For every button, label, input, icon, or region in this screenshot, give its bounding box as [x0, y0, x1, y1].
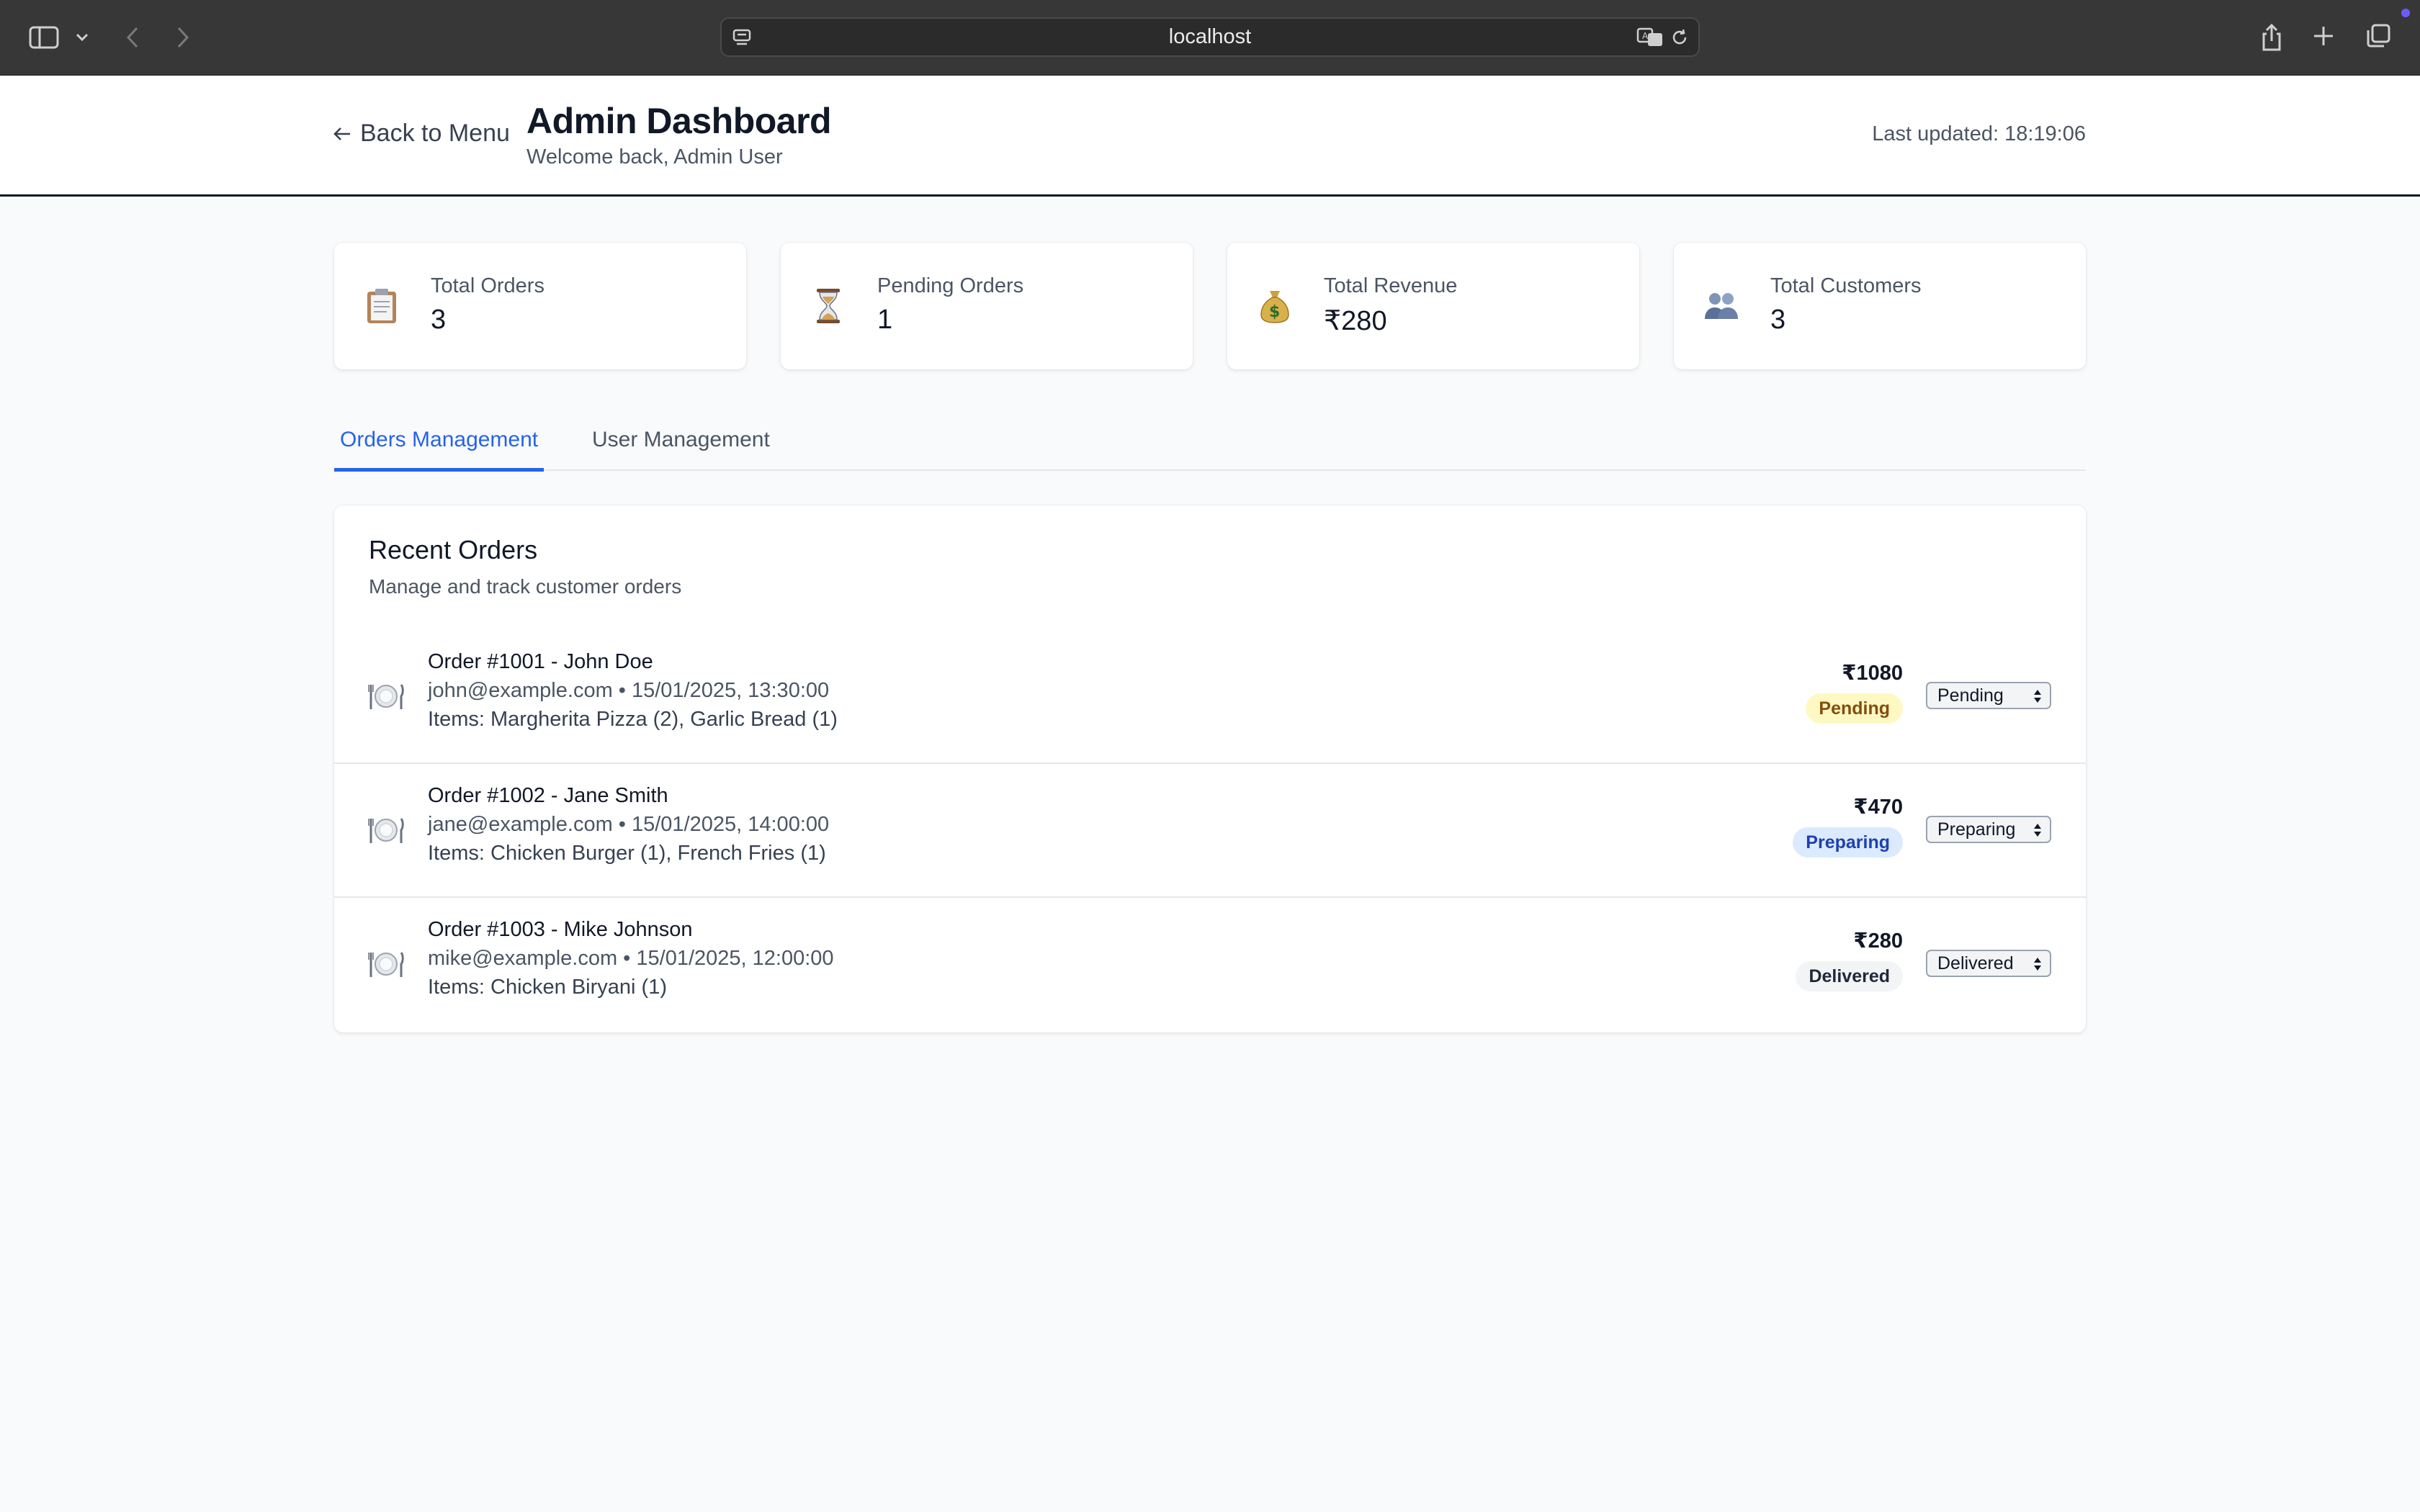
status-select-value: Preparing	[1937, 819, 2016, 840]
stat-value: ₹280	[1324, 306, 1387, 336]
svg-text:A: A	[1642, 31, 1649, 41]
tab-user-management[interactable]: User Management	[586, 428, 776, 468]
order-amount: ₹280	[1853, 930, 1903, 953]
panel-title: Recent Orders	[369, 535, 538, 564]
tab-overview-icon[interactable]	[2362, 22, 2394, 50]
browser-toolbar: localhost A	[0, 0, 2420, 76]
stats-row: Total Orders 3 Pending Orders 1 $ Total …	[334, 243, 2086, 369]
stat-label: Total Customers	[1770, 274, 1922, 297]
order-title: Order #1002 - Jane Smith	[428, 784, 668, 807]
reload-icon[interactable]	[1670, 27, 1690, 48]
sidebar-toggle-icon[interactable]	[27, 24, 60, 51]
status-select[interactable]: Delivered	[1926, 950, 2051, 977]
stat-card-total-revenue: $ Total Revenue ₹280	[1227, 243, 1639, 369]
recent-orders-panel: Recent Orders Manage and track customer …	[334, 505, 2086, 1032]
plate-cutlery-icon	[367, 945, 405, 983]
select-arrows-icon	[2034, 690, 2041, 703]
status-badge: Delivered	[1796, 961, 1903, 991]
select-arrows-icon	[2034, 958, 2041, 971]
order-amount: ₹470	[1853, 796, 1903, 819]
hourglass-icon	[810, 287, 847, 325]
last-updated-text: Last updated: 18:19:06	[1872, 122, 2086, 145]
panel-subtitle: Manage and track customer orders	[369, 575, 682, 598]
status-badge: Preparing	[1793, 827, 1903, 858]
order-amount: ₹1080	[1842, 662, 1903, 685]
back-to-menu-link[interactable]: Back to Menu	[333, 120, 510, 148]
tab-orders-management[interactable]: Orders Management	[334, 428, 544, 472]
url-text: localhost	[1168, 25, 1252, 48]
page-subtitle: Welcome back, Admin User	[526, 145, 783, 168]
order-row: Order #1001 - John Doe john@example.com …	[334, 630, 2086, 764]
plate-cutlery-icon	[367, 678, 405, 715]
stat-label: Total Revenue	[1324, 274, 1458, 297]
forward-arrow-icon[interactable]	[170, 23, 196, 52]
order-row: Order #1002 - Jane Smith jane@example.co…	[334, 764, 2086, 898]
status-select-value: Pending	[1937, 685, 2004, 706]
order-meta: mike@example.com • 15/01/2025, 12:00:00	[428, 947, 834, 970]
stat-value: 1	[877, 305, 893, 335]
order-row: Order #1003 - Mike Johnson mike@example.…	[334, 898, 2086, 1032]
stat-card-total-orders: Total Orders 3	[334, 243, 746, 369]
page-title: Admin Dashboard	[526, 101, 832, 141]
svg-text:$: $	[1269, 303, 1280, 321]
arrow-left-icon	[333, 127, 350, 140]
translate-icon[interactable]: A	[1636, 27, 1665, 48]
notification-dot	[2401, 9, 2410, 17]
tab-bar: Orders Management User Management	[334, 418, 2086, 472]
stat-value: 3	[1770, 305, 1786, 335]
order-title: Order #1001 - John Doe	[428, 650, 653, 673]
status-select-value: Delivered	[1937, 953, 2014, 973]
chevron-down-icon[interactable]	[72, 27, 92, 48]
money-bag-icon: $	[1256, 287, 1294, 325]
address-bar[interactable]: localhost A	[720, 17, 1700, 57]
stat-value: 3	[431, 305, 447, 335]
stat-label: Total Orders	[431, 274, 544, 297]
order-items: Items: Chicken Burger (1), French Fries …	[428, 842, 826, 865]
back-to-menu-label: Back to Menu	[360, 120, 510, 147]
plate-cutlery-icon	[367, 811, 405, 849]
stat-card-total-customers: Total Customers 3	[1674, 243, 2086, 369]
stat-label: Pending Orders	[877, 274, 1024, 297]
status-select[interactable]: Preparing	[1926, 816, 2051, 843]
back-arrow-icon[interactable]	[120, 23, 145, 52]
users-icon	[1703, 287, 1740, 325]
status-badge: Pending	[1806, 693, 1903, 724]
order-meta: john@example.com • 15/01/2025, 13:30:00	[428, 679, 830, 702]
share-icon[interactable]	[2256, 20, 2287, 55]
order-meta: jane@example.com • 15/01/2025, 14:00:00	[428, 813, 830, 836]
select-arrows-icon	[2034, 824, 2041, 837]
order-items: Items: Margherita Pizza (2), Garlic Brea…	[428, 708, 838, 731]
clipboard-icon	[363, 287, 400, 325]
new-tab-icon[interactable]	[2309, 22, 2338, 50]
status-select[interactable]: Pending	[1926, 682, 2051, 709]
order-title: Order #1003 - Mike Johnson	[428, 918, 693, 941]
order-items: Items: Chicken Biryani (1)	[428, 976, 667, 999]
stat-card-pending-orders: Pending Orders 1	[781, 243, 1193, 369]
